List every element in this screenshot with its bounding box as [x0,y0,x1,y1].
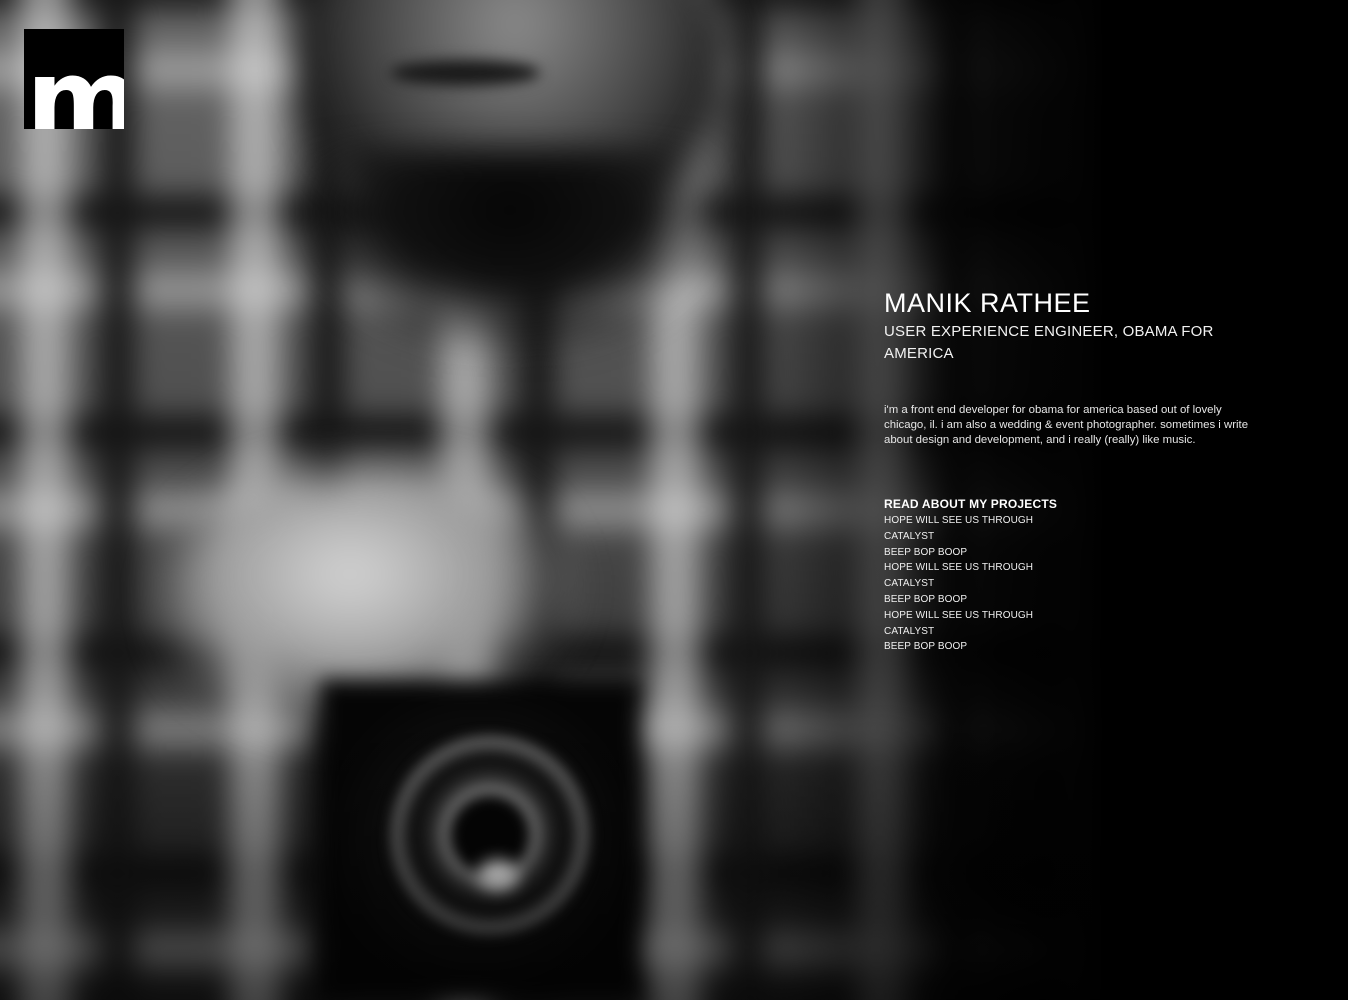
profile-name: MANIK RATHEE [884,288,1091,318]
project-link[interactable]: CATALYST [884,576,1284,592]
page: m MANIK RATHEE USER EXPERIENCE ENGINEER,… [0,0,1348,1000]
project-link[interactable]: HOPE WILL SEE US THROUGH [884,560,1284,576]
m-logo-icon[interactable]: m [24,29,124,129]
project-link[interactable]: CATALYST [884,624,1284,640]
project-link[interactable]: HOPE WILL SEE US THROUGH [884,608,1284,624]
logo-letter: m [26,35,124,129]
projects-section: READ ABOUT MY PROJECTS HOPE WILL SEE US … [884,496,1284,655]
profile-bio: i'm a front end developer for obama for … [884,404,1249,446]
profile-content: MANIK RATHEE USER EXPERIENCE ENGINEER, O… [884,288,1284,655]
project-link[interactable]: BEEP BOP BOOP [884,639,1284,655]
projects-heading: READ ABOUT MY PROJECTS [884,497,1058,511]
project-list: HOPE WILL SEE US THROUGH CATALYST BEEP B… [884,513,1284,655]
project-link[interactable]: BEEP BOP BOOP [884,545,1284,561]
project-link[interactable]: HOPE WILL SEE US THROUGH [884,513,1284,529]
project-link[interactable]: CATALYST [884,529,1284,545]
profile-role: USER EXPERIENCE ENGINEER, OBAMA FOR AMER… [884,323,1214,362]
project-link[interactable]: BEEP BOP BOOP [884,592,1284,608]
